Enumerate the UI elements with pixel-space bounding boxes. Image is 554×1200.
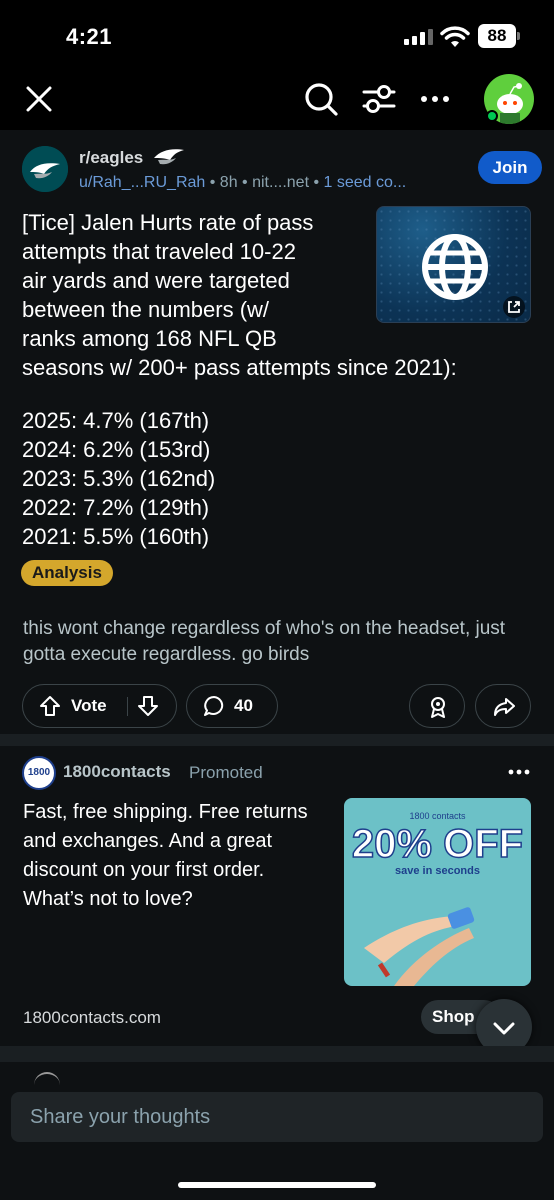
ad-domain[interactable]: 1800contacts.com — [23, 1008, 161, 1028]
award-button[interactable] — [409, 684, 465, 728]
stat-line: 2023: 5.3% (162nd) — [22, 466, 216, 491]
status-time: 4:21 — [66, 24, 113, 49]
post-title-line: between the numbers (w/ — [22, 297, 270, 322]
post-title-line: seasons w/ 200+ pass attempts since 2021… — [22, 355, 457, 380]
post-title-line: air yards and were targeted — [22, 268, 290, 293]
online-status-dot — [486, 110, 498, 122]
home-indicator[interactable] — [178, 1182, 376, 1188]
post-flair[interactable]: Analysis — [21, 560, 113, 586]
comments-button[interactable]: 40 — [186, 684, 278, 728]
post-body[interactable]: this wont change regardless of who's on … — [23, 616, 533, 668]
eagles-logo-icon — [22, 146, 68, 192]
post-card: r/eagles u/Rah_...RU_Rah • 8h • nit....n… — [0, 130, 554, 734]
join-button[interactable]: Join — [478, 151, 542, 184]
status-bar: 4:21 88 — [0, 0, 554, 70]
vote-divider — [127, 697, 128, 716]
search-icon[interactable] — [302, 80, 340, 118]
comment-composer[interactable] — [11, 1092, 543, 1142]
seed-link[interactable]: 1 seed co... — [324, 174, 407, 191]
eagles-flair-icon — [154, 149, 184, 165]
stat-line: 2022: 7.2% (129th) — [22, 495, 210, 520]
share-icon — [494, 698, 515, 716]
promoted-label: Promoted — [189, 763, 263, 782]
feed-divider — [0, 734, 554, 746]
stat-line: 2024: 6.2% (153rd) — [22, 437, 211, 462]
feed-divider — [0, 1046, 554, 1062]
post-title-line: [Tice] Jalen Hurts rate of pass — [22, 210, 314, 235]
battery-icon: 88 — [478, 24, 520, 48]
comment-count: 40 — [234, 696, 253, 715]
link-thumbnail[interactable] — [376, 206, 531, 323]
post-title-line: ranks among 168 NFL QB — [22, 326, 277, 351]
ad-text[interactable]: Fast, free shipping. Free returns and ex… — [23, 798, 323, 914]
more-options-icon[interactable] — [416, 80, 454, 118]
promoted-post: 1800 1800contacts Promoted Fast, free sh… — [0, 746, 554, 1046]
vote-label: Vote — [71, 696, 107, 715]
post-stats-list: 2025: 4.7% (167th) 2024: 6.2% (153rd) 20… — [22, 406, 215, 551]
battery-level: 88 — [478, 24, 516, 48]
chevron-down-icon — [493, 1022, 515, 1035]
award-icon — [431, 697, 445, 718]
globe-icon — [422, 234, 488, 300]
cellular-signal-icon — [404, 29, 433, 45]
share-button[interactable] — [475, 684, 531, 728]
hands-with-contact-lens-icon — [364, 907, 475, 986]
post-meta: u/Rah_...RU_Rah • 8h • nit....net • 1 se… — [79, 174, 407, 191]
stat-line: 2025: 4.7% (167th) — [22, 408, 210, 433]
comment-input[interactable] — [11, 1092, 543, 1142]
subreddit-icon[interactable] — [22, 146, 68, 192]
comment-composer-area — [0, 1062, 554, 1200]
post-domain[interactable]: nit....net — [252, 174, 309, 191]
wifi-icon — [440, 26, 470, 47]
downvote-icon[interactable] — [137, 695, 159, 717]
post-age: 8h — [219, 174, 238, 191]
top-nav — [0, 70, 554, 130]
advertiser-name[interactable]: 1800contacts — [63, 762, 171, 782]
subreddit-name[interactable]: r/eagles — [79, 148, 143, 168]
filter-icon[interactable] — [360, 80, 398, 118]
ad-more-options-icon[interactable] — [504, 760, 534, 784]
external-link-icon — [503, 296, 525, 318]
vote-control: Vote — [22, 684, 177, 728]
comment-icon — [204, 696, 224, 716]
ad-image[interactable]: 1800 contacts 20% OFF save in seconds — [344, 798, 531, 986]
post-title[interactable]: [Tice] Jalen Hurts rate of pass attempts… — [22, 208, 457, 382]
close-icon[interactable] — [24, 84, 54, 114]
post-author[interactable]: u/Rah_...RU_Rah — [79, 174, 205, 191]
advertiser-logo[interactable]: 1800 — [22, 756, 56, 790]
stat-line: 2021: 5.5% (160th) — [22, 524, 210, 549]
upvote-icon[interactable] — [39, 695, 61, 717]
post-title-line: attempts that traveled 10-22 — [22, 239, 296, 264]
